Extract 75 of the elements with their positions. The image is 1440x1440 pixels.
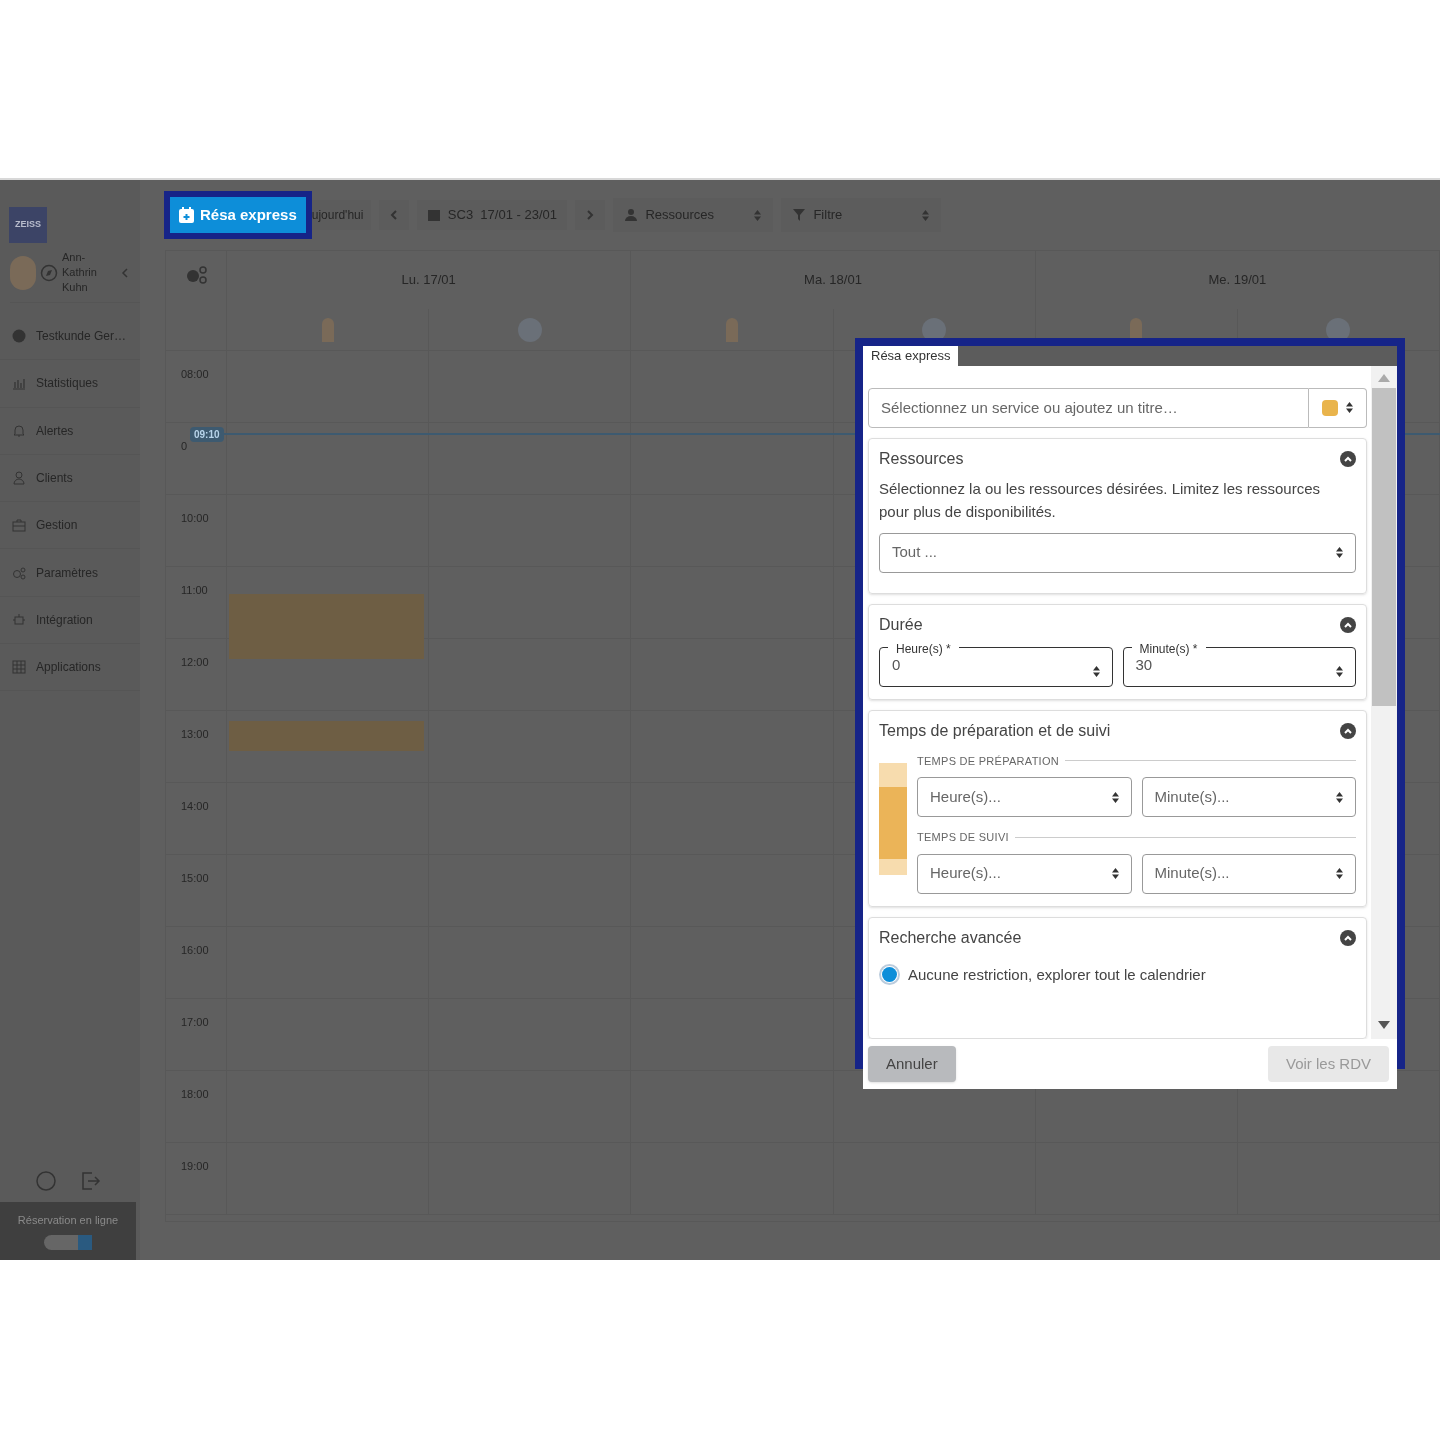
field-value: 0 (892, 656, 902, 675)
calendar-icon (427, 209, 440, 221)
chevron-up-icon (1344, 934, 1352, 941)
hour-label: 13:00 (181, 728, 209, 740)
hour-label: 11:00 (181, 584, 208, 596)
calendar-plus-icon (179, 207, 194, 223)
section-title: Recherche avancée (879, 927, 1022, 948)
sort-arrows-icon (1111, 791, 1119, 803)
chevron-left-icon (120, 266, 130, 279)
collapse-toggle[interactable] (1340, 616, 1356, 633)
avatar-placeholder (321, 317, 334, 342)
select-field[interactable]: Tout ... (879, 532, 1356, 573)
grid-icon (12, 660, 26, 675)
hour-label: 14:00 (181, 800, 209, 812)
select-field[interactable]: Heure(s)... (917, 777, 1132, 817)
radio-label: Aucune restriction, explorer tout le calendrier (908, 964, 1206, 985)
gears-icon (185, 265, 207, 285)
color-picker[interactable] (1309, 387, 1367, 428)
subsection-label: TEMPS DE PRÉPARATION (917, 753, 1059, 769)
collapse-toggle[interactable] (1340, 722, 1356, 739)
collapse-toggle[interactable] (1340, 450, 1356, 467)
sort-arrows-icon (1336, 547, 1343, 558)
sort-arrows-icon (1336, 665, 1343, 677)
hour-label: 17:00 (181, 1016, 209, 1028)
scrollbar-thumb[interactable] (1372, 387, 1396, 706)
person-icon (12, 471, 26, 486)
scroll-down-icon (1378, 1021, 1390, 1029)
service-input[interactable]: Sélectionnez un service ou ajoutez un titre… (868, 387, 1309, 428)
sort-arrows-icon (1092, 665, 1100, 677)
sort-arrows-icon (1111, 868, 1119, 879)
section-title: Temps de préparation et de suivi (879, 720, 1111, 741)
chevron-up-icon (1344, 455, 1352, 462)
chevron-up-icon (1344, 727, 1352, 734)
day-header: Ma. 18/01 (804, 271, 862, 290)
current-time-marker: 09:10 (190, 426, 224, 442)
section-description: Sélectionnez la ou les ressources désirées. Limitez les ressources pour plus de disponibilités. (879, 478, 1322, 522)
dialog-tab[interactable]: Résa express (863, 346, 959, 366)
field-value: 30 (1135, 656, 1154, 675)
select-field[interactable]: Heure(s)... (917, 853, 1132, 894)
select-field[interactable]: Minute(s)... (1141, 777, 1356, 817)
express-booking-button[interactable]: Résa express (170, 197, 306, 233)
radio-button[interactable] (879, 964, 900, 986)
subsection-label: TEMPS DE SUIVI (917, 830, 1009, 845)
section-title: Durée (879, 614, 923, 635)
bar-chart-icon (12, 376, 26, 391)
avatar-placeholder (725, 317, 738, 342)
filter-icon (793, 209, 806, 221)
select-field[interactable]: Minute(s)... (1141, 853, 1356, 894)
sort-arrows-icon (1346, 402, 1353, 413)
toggle-switch[interactable] (44, 1234, 92, 1250)
avatar-placeholder (10, 255, 36, 290)
logout-icon (79, 1170, 101, 1192)
bell-icon (12, 423, 26, 438)
chevron-left-icon (390, 209, 399, 221)
day-header: Lu. 17/01 (401, 271, 456, 290)
help-icon (35, 1170, 57, 1192)
briefcase-icon (12, 518, 26, 533)
gears-icon (12, 565, 26, 580)
cancel-button[interactable]: Annuler (868, 1046, 956, 1082)
online-booking-label: Réservation en ligne (17, 1213, 119, 1228)
day-header: Me. 19/01 (1208, 271, 1267, 290)
circle-icon (12, 329, 26, 344)
logo: ZEISS (9, 207, 47, 243)
sort-arrows-icon (1336, 868, 1343, 879)
collapse-toggle[interactable] (1340, 929, 1356, 946)
compass-icon (40, 263, 58, 282)
sort-arrows-icon (922, 209, 930, 221)
sort-arrows-icon (754, 209, 762, 221)
scroll-up-icon (1378, 373, 1390, 382)
sort-arrows-icon (1336, 791, 1343, 803)
plug-icon (12, 612, 26, 627)
section-title: Ressources (879, 448, 964, 469)
person-icon (625, 209, 638, 221)
chevron-right-icon (586, 209, 595, 221)
chevron-up-icon (1344, 621, 1352, 628)
